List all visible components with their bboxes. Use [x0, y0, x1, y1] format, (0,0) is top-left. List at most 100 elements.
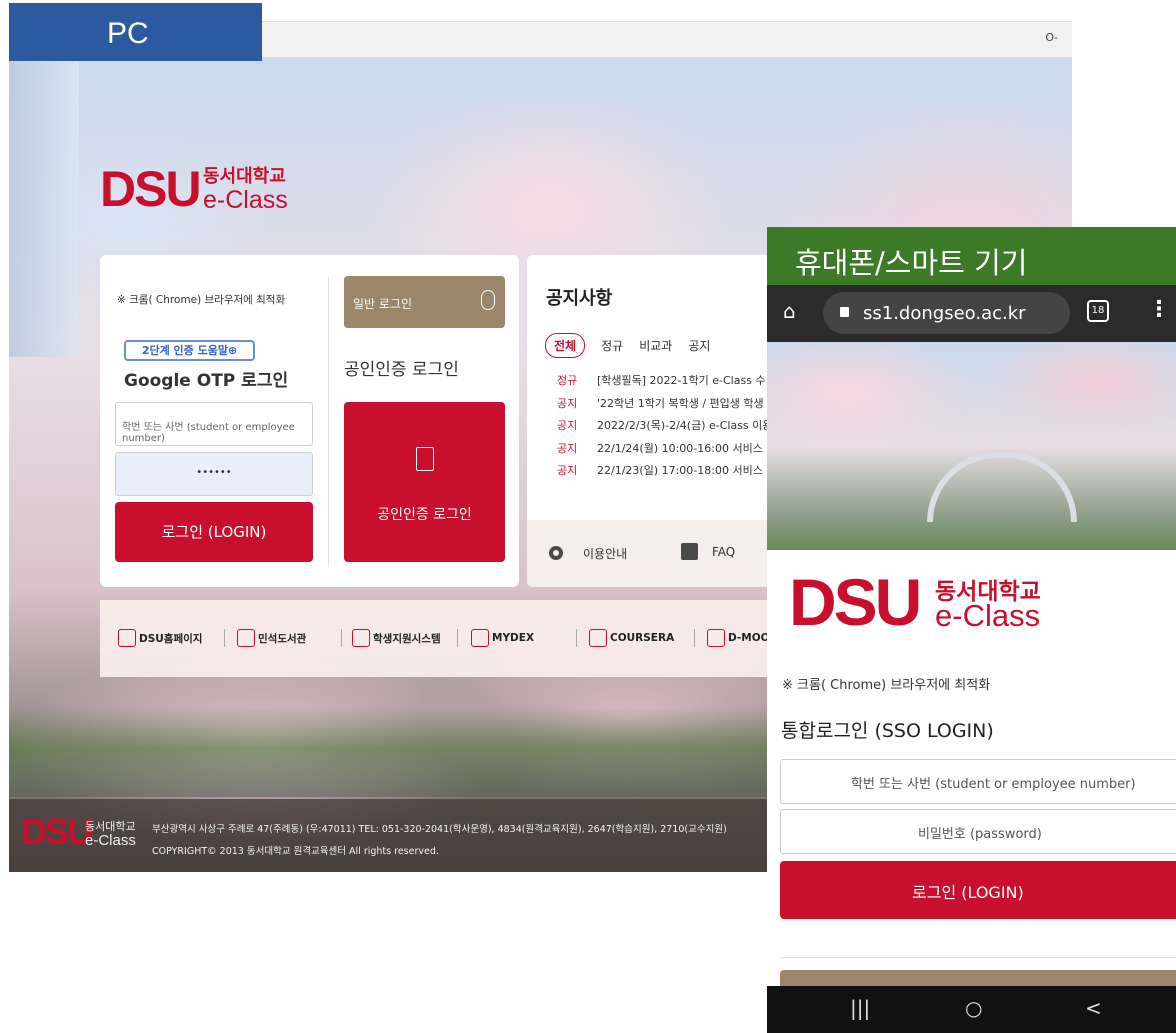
notice-category: 공지 — [557, 396, 578, 410]
notice-item[interactable]: 공지 2022/2/3(목)-2/4(금) e-Class 이용 — [557, 417, 772, 440]
cert-login-label: 공인인증 로그인 — [377, 507, 472, 523]
cert-login-title: 공인인증 로그인 — [344, 360, 459, 380]
url-field[interactable]: ss1.dongseo.ac.kr — [823, 292, 1070, 334]
faq-link[interactable]: FAQ — [712, 545, 735, 559]
pc-label: PC — [9, 3, 262, 61]
student-id-input[interactable]: 학번 또는 사번 (student or employee number) — [115, 402, 313, 446]
otp-login-title: Google OTP 로그인 — [124, 371, 289, 391]
logo-mark: DSU — [789, 565, 922, 639]
recent-apps-button[interactable]: ||| — [850, 996, 870, 1020]
link-divider — [457, 629, 458, 647]
password-input[interactable]: •••••• — [115, 452, 313, 496]
cert-login-button[interactable]: 공인인증 로그인 — [344, 402, 505, 562]
notice-category: 공지 — [557, 464, 578, 477]
monitor-icon — [707, 629, 725, 647]
notice-item[interactable]: 공지 22/1/23(일) 17:00-18:00 서비스 중 — [557, 462, 772, 485]
lock-icon — [840, 307, 849, 317]
pc-logo[interactable]: DSU 동서대학교 e-Class — [100, 158, 300, 220]
logo-eclass: e-Class — [203, 186, 288, 214]
building-icon — [118, 629, 136, 647]
footer-copyright: COPYRIGHT© 2013 동서대학교 원격교육센터 All rights … — [152, 846, 439, 857]
notice-category: 공지 — [557, 441, 578, 455]
android-nav-bar: ||| ○ < — [767, 986, 1176, 1033]
link-label: 민석도서관 — [258, 632, 307, 645]
notice-item[interactable]: 공지 '22학년 1학기 복학생 / 편입생 학생 — [557, 395, 772, 418]
tab-all[interactable]: 전체 — [545, 333, 586, 358]
mobile-campus-photo — [767, 342, 1176, 550]
tab-extracurricular[interactable]: 비교과 — [639, 337, 672, 354]
composite-screenshot: O‑ PC DSU 동서대학교 e-Class ※ 크롬( Chrome) 브라… — [0, 0, 1176, 1033]
faq-icon — [681, 543, 698, 560]
tab-count-button[interactable]: 18 — [1087, 300, 1109, 322]
key-icon[interactable]: O‑ — [1045, 31, 1058, 44]
link-dsu-homepage[interactable]: DSU홈페이지 — [118, 629, 202, 647]
home-icon[interactable]: ⌂ — [783, 299, 796, 323]
notice-item[interactable]: 정규 [학생필독] 2022-1학기 e-Class 수 — [557, 372, 772, 395]
link-divider — [224, 629, 225, 647]
general-login-button[interactable]: 일반 로그인 — [344, 276, 505, 328]
mobile-id-input[interactable]: 학번 또는 사번 (student or employee number) — [780, 759, 1176, 804]
notice-text: [학생필독] 2022-1학기 e-Class 수 — [597, 374, 766, 387]
login-card: ※ 크롬( Chrome) 브라우저에 최적화 2단계 인증 도움말⊕ Goog… — [100, 255, 519, 587]
general-login-label: 일반 로그인 — [353, 297, 413, 311]
link-divider — [576, 629, 577, 647]
more-menu-icon[interactable]: ⋮ — [1148, 297, 1170, 322]
footer-logo-eclass: e-Class — [85, 832, 136, 849]
book-icon — [237, 629, 255, 647]
notice-text: 22/1/23(일) 17:00-18:00 서비스 중 — [597, 464, 772, 477]
notice-category: 정규 — [557, 374, 578, 387]
link-label: COURSERA — [610, 632, 675, 644]
logo-mark: DSU — [100, 161, 202, 217]
quick-links-bar: DSU홈페이지 민석도서관 학생지원시스템 MYDEX COURSERA D-M… — [100, 600, 777, 677]
footer-logo-mark: DSU — [21, 811, 93, 852]
certificate-icon — [416, 447, 434, 471]
link-divider — [694, 629, 695, 647]
url-text: ss1.dongseo.ac.kr — [863, 303, 1026, 324]
notice-tabs: 전체 정규 비교과 공지 — [545, 333, 710, 358]
mobile-address-bar: ⌂ ss1.dongseo.ac.kr 18 ⋮ — [767, 285, 1176, 342]
footer-address: 부산광역시 사상구 주례로 47(주례동) (우:47011) TEL: 051… — [152, 824, 727, 835]
home-button[interactable]: ○ — [965, 996, 982, 1020]
mobile-chrome-note: ※ 크롬( Chrome) 브라우저에 최적화 — [782, 678, 991, 693]
logo-eclass: e-Class — [935, 598, 1041, 633]
link-label: DSU홈페이지 — [139, 632, 203, 645]
guide-link[interactable]: 이용안내 — [583, 545, 627, 562]
mobile-divider — [780, 957, 1176, 958]
mobile-label: 휴대폰/스마트 기기 — [767, 227, 1176, 285]
pc-footer: DSU 동서대학교 e-Class 부산광역시 사상구 주례로 47(주례동) … — [9, 799, 772, 872]
mobile-password-input[interactable]: 비밀번호 (password) — [780, 809, 1176, 854]
link-student-system[interactable]: 학생지원시스템 — [352, 629, 441, 647]
back-button[interactable]: < — [1085, 996, 1102, 1020]
student-icon — [352, 629, 370, 647]
lock-icon — [481, 290, 495, 310]
tab-announcement[interactable]: 공지 — [688, 337, 710, 354]
chrome-note: ※ 크롬( Chrome) 브라우저에 최적화 — [117, 294, 286, 306]
notice-title: 공지사항 — [546, 288, 613, 309]
notice-text: '22학년 1학기 복학생 / 편입생 학생 — [597, 396, 764, 410]
notice-footer: 이용안내 FAQ — [527, 520, 772, 587]
login-button[interactable]: 로그인 (LOGIN) — [115, 502, 313, 562]
otp-help-button[interactable]: 2단계 인증 도움말⊕ — [124, 340, 255, 361]
mobile-logo[interactable]: DSU 동서대학교 e-Class — [789, 562, 1119, 642]
link-divider — [341, 629, 342, 647]
link-mydex[interactable]: MYDEX — [471, 629, 534, 647]
mobile-screenshot: 휴대폰/스마트 기기 ⌂ ss1.dongseo.ac.kr 18 ⋮ DSU … — [767, 227, 1176, 1033]
notice-text: 2022/2/3(목)-2/4(금) e-Class 이용 — [597, 419, 772, 432]
notice-list: 정규 [학생필독] 2022-1학기 e-Class 수 공지 '22학년 1학기 … — [557, 372, 772, 485]
sso-title: 통합로그인 (SSO LOGIN) — [781, 720, 994, 742]
link-label: 학생지원시스템 — [373, 632, 441, 645]
building-image — [9, 57, 79, 357]
pc-browser-address-bar[interactable]: O‑ — [262, 21, 1072, 57]
card-divider — [328, 277, 329, 567]
arch-image — [927, 452, 1077, 522]
mobile-login-button[interactable]: 로그인 (LOGIN) — [780, 861, 1176, 919]
notice-text: 22/1/24(월) 10:00-16:00 서비스 중 — [597, 441, 772, 455]
notice-category: 공지 — [557, 419, 578, 432]
coursera-icon — [589, 629, 607, 647]
notice-item[interactable]: 공지 22/1/24(월) 10:00-16:00 서비스 중 — [557, 440, 772, 463]
tab-regular[interactable]: 정규 — [601, 337, 623, 354]
mydex-icon — [471, 629, 489, 647]
link-label: MYDEX — [492, 632, 535, 644]
link-library[interactable]: 민석도서관 — [237, 629, 306, 647]
link-coursera[interactable]: COURSERA — [589, 629, 674, 647]
